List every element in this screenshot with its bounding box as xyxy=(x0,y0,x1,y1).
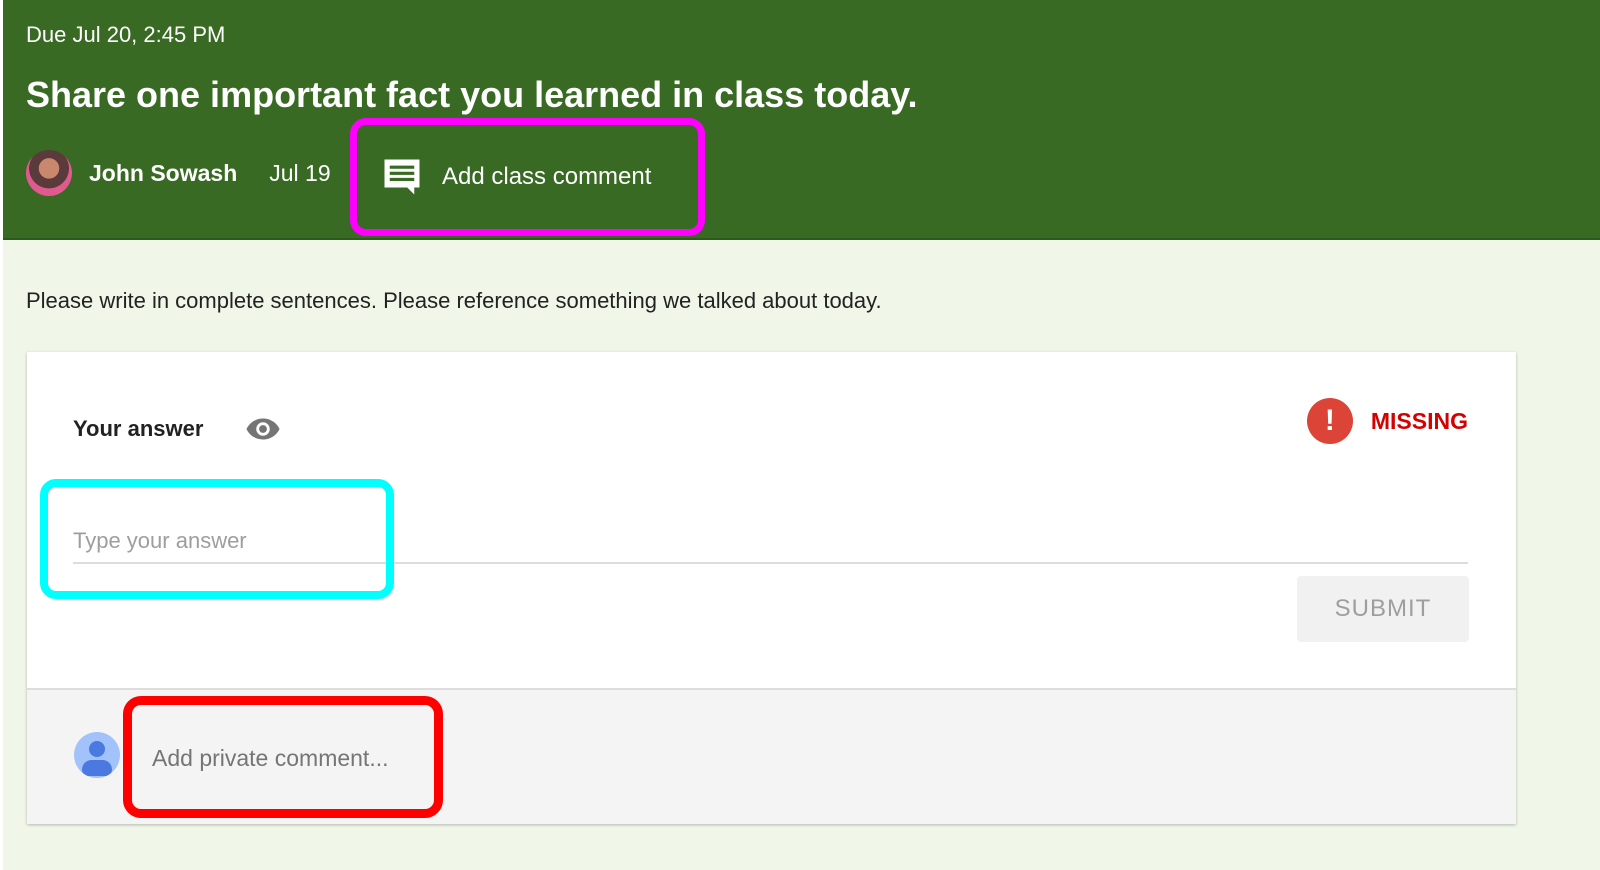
missing-status: ! MISSING xyxy=(1306,398,1468,444)
status-badge: MISSING xyxy=(1370,407,1468,434)
due-date: Due Jul 20, 2:45 PM xyxy=(26,22,226,47)
add-class-comment-button[interactable]: Add class comment xyxy=(350,118,705,236)
author-name: John Sowash xyxy=(89,159,238,186)
assignment-instructions: Please write in complete sentences. Plea… xyxy=(26,288,882,313)
assignment-page: Due Jul 20, 2:45 PM Share one important … xyxy=(3,0,1600,870)
assignment-meta: John Sowash Jul 19 xyxy=(26,150,331,196)
your-answer-label: Your answer xyxy=(73,416,204,441)
add-class-comment-label: Add class comment xyxy=(442,163,652,190)
posted-date: Jul 19 xyxy=(269,159,331,186)
private-comment-input[interactable] xyxy=(152,738,422,778)
submit-button[interactable]: SUBMIT xyxy=(1297,576,1469,642)
answer-card: Your answer ! MISSING SUBMIT xyxy=(27,352,1516,824)
comment-icon xyxy=(384,159,420,195)
alert-icon: ! xyxy=(1306,398,1353,444)
eye-icon[interactable] xyxy=(245,416,281,442)
answer-input[interactable] xyxy=(73,520,1468,564)
private-comment-bar xyxy=(27,688,1516,824)
user-avatar-icon xyxy=(74,732,120,778)
author-avatar xyxy=(26,150,72,196)
assignment-title: Share one important fact you learned in … xyxy=(26,74,918,115)
assignment-header: Due Jul 20, 2:45 PM Share one important … xyxy=(3,0,1600,240)
